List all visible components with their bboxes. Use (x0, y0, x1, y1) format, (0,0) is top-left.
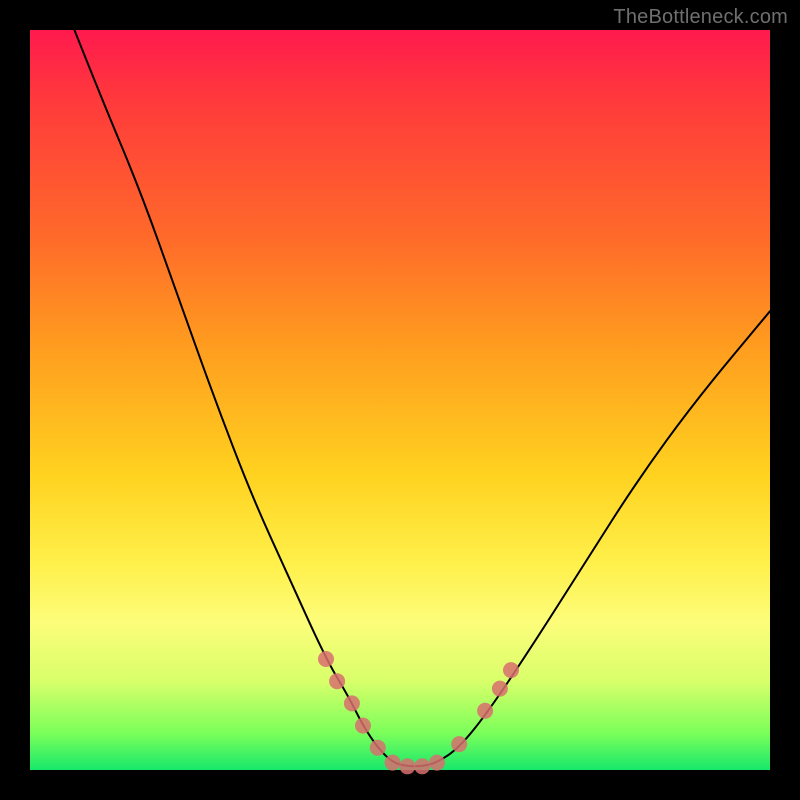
curve-dot (503, 662, 519, 678)
curve-dot (318, 651, 334, 667)
curve-dot (477, 703, 493, 719)
chart-svg (30, 30, 770, 770)
curve-dot (355, 718, 371, 734)
curve-dot (344, 695, 360, 711)
chart-plot-area (30, 30, 770, 770)
curve-dot (414, 758, 430, 774)
curve-dot (329, 673, 345, 689)
curve-dot (385, 755, 401, 771)
curve-dot (492, 681, 508, 697)
chart-frame: TheBottleneck.com (0, 0, 800, 800)
curve-dot (429, 755, 445, 771)
curve-markers (318, 651, 519, 774)
curve-dot (451, 736, 467, 752)
bottleneck-curve (74, 30, 770, 766)
curve-dot (370, 740, 386, 756)
watermark-text: TheBottleneck.com (613, 6, 788, 29)
curve-dot (399, 758, 415, 774)
